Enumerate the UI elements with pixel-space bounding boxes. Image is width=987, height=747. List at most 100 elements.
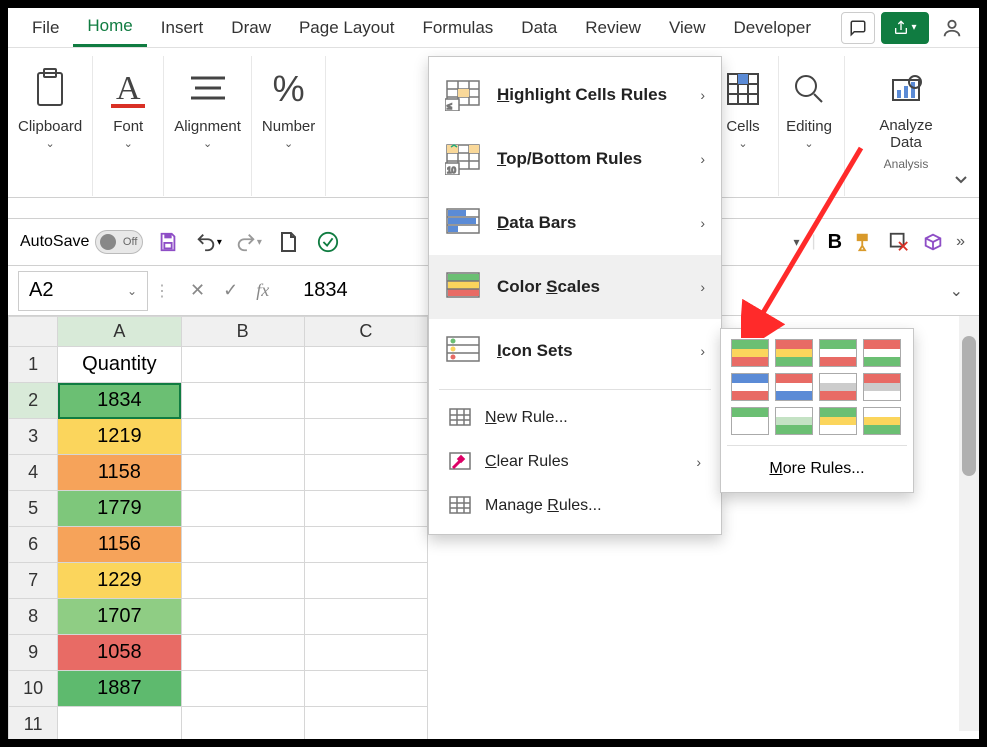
cf-menu-new-rule[interactable]: New Rule... bbox=[429, 396, 721, 440]
cf-menu-icon-sets[interactable]: Icon Sets › bbox=[429, 319, 721, 383]
cell[interactable] bbox=[181, 383, 304, 419]
enter-formula-icon[interactable]: ✓ bbox=[217, 276, 244, 305]
data-cell[interactable]: 1219 bbox=[58, 419, 181, 455]
addins-icon[interactable] bbox=[922, 231, 944, 253]
row-header[interactable]: 5 bbox=[9, 491, 58, 527]
row-header[interactable]: 6 bbox=[9, 527, 58, 563]
color-scale-swatch[interactable] bbox=[731, 407, 769, 435]
color-scale-swatch[interactable] bbox=[731, 373, 769, 401]
cell[interactable] bbox=[181, 563, 304, 599]
bold-button[interactable]: B bbox=[828, 231, 842, 254]
data-cell[interactable]: 1887 bbox=[58, 671, 181, 707]
tab-view[interactable]: View bbox=[655, 10, 720, 46]
header-cell[interactable]: Quantity bbox=[58, 347, 181, 383]
cell[interactable] bbox=[304, 491, 427, 527]
row-header[interactable]: 11 bbox=[9, 707, 58, 740]
cell[interactable] bbox=[181, 599, 304, 635]
data-cell[interactable]: 1834 bbox=[58, 383, 181, 419]
cell[interactable] bbox=[304, 635, 427, 671]
ribbon-group-font[interactable]: A Font ⌄ bbox=[93, 56, 164, 196]
row-header[interactable]: 4 bbox=[9, 455, 58, 491]
color-scale-swatch[interactable] bbox=[863, 339, 901, 367]
color-scales-more-rules[interactable]: More Rules... bbox=[731, 456, 903, 482]
row-header[interactable]: 7 bbox=[9, 563, 58, 599]
cell[interactable] bbox=[58, 707, 181, 740]
cf-menu-color-scales[interactable]: Color Scales › bbox=[429, 255, 721, 319]
data-cell[interactable]: 1158 bbox=[58, 455, 181, 491]
data-cell[interactable]: 1156 bbox=[58, 527, 181, 563]
cell[interactable] bbox=[304, 527, 427, 563]
autosave-toggle[interactable]: AutoSave Off bbox=[20, 230, 143, 254]
cf-menu-top-bottom[interactable]: 10 Top/Bottom Rules › bbox=[429, 127, 721, 191]
cf-menu-data-bars[interactable]: Data Bars › bbox=[429, 191, 721, 255]
cell[interactable] bbox=[304, 707, 427, 740]
color-scale-swatch[interactable] bbox=[863, 407, 901, 435]
redo-button[interactable]: ▾ bbox=[233, 227, 263, 257]
share-button[interactable]: ▾ bbox=[881, 12, 929, 44]
ribbon-group-clipboard[interactable]: Clipboard ⌄ bbox=[8, 56, 93, 196]
format-painter-icon[interactable] bbox=[854, 231, 876, 253]
data-cell[interactable]: 1058 bbox=[58, 635, 181, 671]
row-header[interactable]: 3 bbox=[9, 419, 58, 455]
ribbon-group-analyze[interactable]: Analyze Data Analysis bbox=[856, 56, 956, 196]
ribbon-collapse-button[interactable] bbox=[949, 167, 973, 191]
cell[interactable] bbox=[304, 599, 427, 635]
cell[interactable] bbox=[304, 671, 427, 707]
row-header[interactable]: 2 bbox=[9, 383, 58, 419]
cf-menu-highlight-cells[interactable]: ≤ Highlight Cells Rules › bbox=[429, 63, 721, 127]
name-box[interactable]: A2 ⌄ bbox=[18, 271, 148, 311]
tab-developer[interactable]: Developer bbox=[720, 10, 826, 46]
cell[interactable] bbox=[181, 527, 304, 563]
cell[interactable] bbox=[181, 635, 304, 671]
save-icon[interactable] bbox=[153, 227, 183, 257]
col-header-a[interactable]: A bbox=[58, 317, 181, 347]
color-scale-swatch[interactable] bbox=[819, 339, 857, 367]
data-cell[interactable]: 1779 bbox=[58, 491, 181, 527]
ribbon-group-number[interactable]: % Number ⌄ bbox=[252, 56, 326, 196]
cell[interactable] bbox=[304, 563, 427, 599]
cell[interactable] bbox=[304, 347, 427, 383]
tab-home[interactable]: Home bbox=[73, 8, 146, 47]
select-all-corner[interactable] bbox=[9, 317, 58, 347]
fx-icon[interactable]: fx bbox=[250, 276, 275, 305]
cell[interactable] bbox=[181, 491, 304, 527]
cell[interactable] bbox=[181, 347, 304, 383]
accessibility-check-icon[interactable] bbox=[313, 227, 343, 257]
cf-menu-clear-rules[interactable]: Clear Rules › bbox=[429, 440, 721, 484]
color-scale-swatch[interactable] bbox=[775, 373, 813, 401]
cell[interactable] bbox=[304, 455, 427, 491]
tab-draw[interactable]: Draw bbox=[217, 10, 285, 46]
row-header[interactable]: 1 bbox=[9, 347, 58, 383]
delete-format-icon[interactable] bbox=[888, 231, 910, 253]
tab-insert[interactable]: Insert bbox=[147, 10, 218, 46]
row-header[interactable]: 9 bbox=[9, 635, 58, 671]
color-scale-swatch[interactable] bbox=[775, 339, 813, 367]
tab-review[interactable]: Review bbox=[571, 10, 655, 46]
more-commands-icon[interactable]: » bbox=[956, 233, 965, 251]
comments-icon[interactable] bbox=[841, 12, 875, 44]
new-file-icon[interactable] bbox=[273, 227, 303, 257]
ribbon-group-editing[interactable]: Editing ⌄ bbox=[774, 56, 845, 196]
cell[interactable] bbox=[181, 455, 304, 491]
account-icon[interactable] bbox=[935, 12, 969, 44]
row-header[interactable]: 10 bbox=[9, 671, 58, 707]
formula-value[interactable]: 1834 bbox=[283, 279, 348, 302]
color-scale-swatch[interactable] bbox=[863, 373, 901, 401]
cf-menu-manage-rules[interactable]: Manage Rules... bbox=[429, 484, 721, 528]
tab-formulas[interactable]: Formulas bbox=[408, 10, 507, 46]
row-header[interactable]: 8 bbox=[9, 599, 58, 635]
data-cell[interactable]: 1229 bbox=[58, 563, 181, 599]
col-header-b[interactable]: B bbox=[181, 317, 304, 347]
cancel-formula-icon[interactable]: ✕ bbox=[184, 276, 211, 305]
cell[interactable] bbox=[304, 383, 427, 419]
color-scale-swatch[interactable] bbox=[819, 407, 857, 435]
cell[interactable] bbox=[181, 707, 304, 740]
ribbon-group-alignment[interactable]: Alignment ⌄ bbox=[164, 56, 252, 196]
tab-data[interactable]: Data bbox=[507, 10, 571, 46]
cell[interactable] bbox=[181, 671, 304, 707]
tab-file[interactable]: File bbox=[18, 10, 73, 46]
vertical-scrollbar[interactable] bbox=[959, 316, 979, 731]
color-scale-swatch[interactable] bbox=[731, 339, 769, 367]
color-scale-swatch[interactable] bbox=[819, 373, 857, 401]
data-cell[interactable]: 1707 bbox=[58, 599, 181, 635]
